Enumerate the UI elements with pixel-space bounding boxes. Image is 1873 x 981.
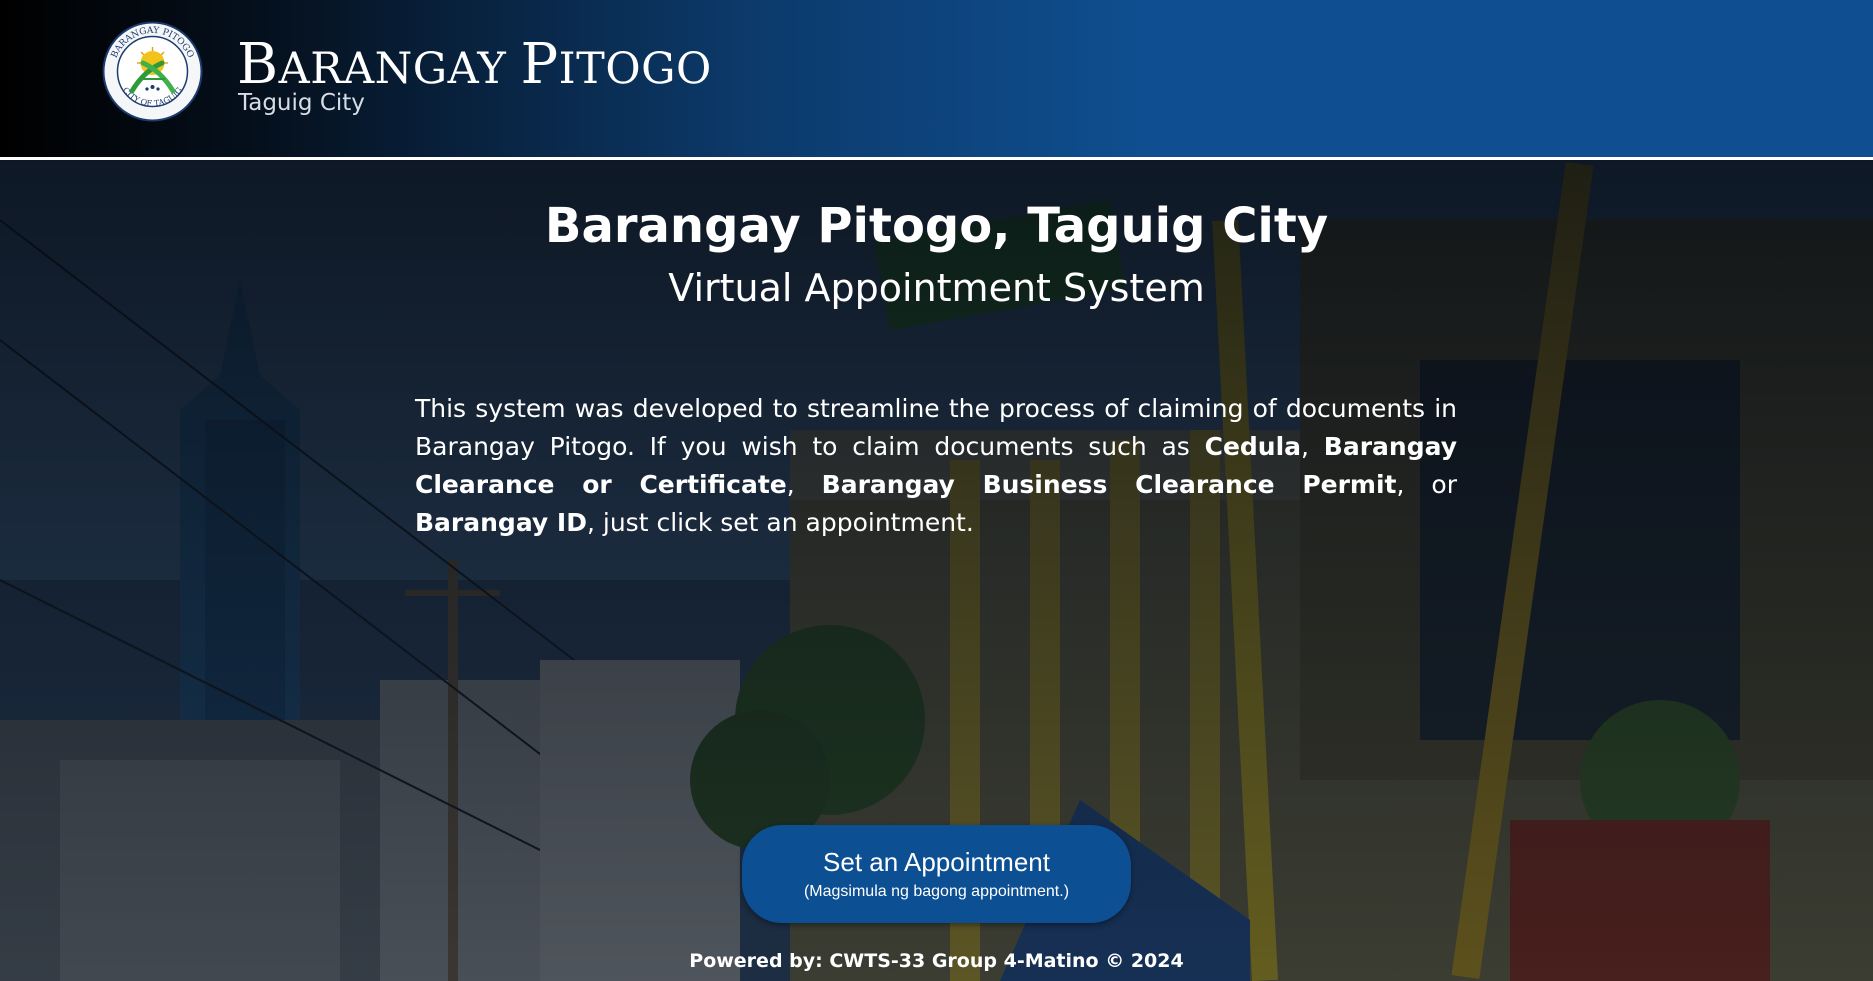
set-appointment-label: Set an Appointment [823, 847, 1050, 877]
description-text: , [786, 470, 822, 499]
hero-subtitle: Virtual Appointment System [668, 266, 1205, 310]
description-text: , just click set an appointment. [586, 508, 974, 537]
barangay-seal-logo[interactable]: BARANGAY PITOGO CITY OF TAGUIG [102, 21, 203, 122]
description-text: , or [1396, 470, 1457, 499]
hero-section: Barangay Pitogo, Taguig City Virtual App… [0, 160, 1873, 981]
document-cedula: Cedula [1204, 432, 1302, 461]
brand-title-rest-2: ITOGO [558, 44, 712, 94]
description-text: , [1301, 432, 1324, 461]
footer-credits: Powered by: CWTS-33 Group 4-Matino © 202… [689, 950, 1184, 972]
document-barangay-id: Barangay ID [415, 508, 587, 537]
brand-title-rest-1: ARANGAY [278, 44, 521, 94]
document-business-clearance-permit: Barangay Business Clearance Permit [821, 470, 1397, 499]
brand-subtitle: Taguig City [238, 90, 365, 116]
set-appointment-button[interactable]: Set an Appointment (Magsimula ng bagong … [742, 825, 1131, 923]
brand-title-initial-p: P [520, 32, 559, 97]
system-description: This system was developed to streamline … [415, 390, 1457, 542]
set-appointment-sublabel: (Magsimula ng bagong appointment.) [803, 883, 1070, 900]
header-bar: BARANGAY PITOGO CITY OF TAGUIG BARANGAY … [0, 0, 1873, 157]
hero-title: Barangay Pitogo, Taguig City [544, 198, 1329, 254]
seal-icon: BARANGAY PITOGO CITY OF TAGUIG [102, 21, 203, 122]
